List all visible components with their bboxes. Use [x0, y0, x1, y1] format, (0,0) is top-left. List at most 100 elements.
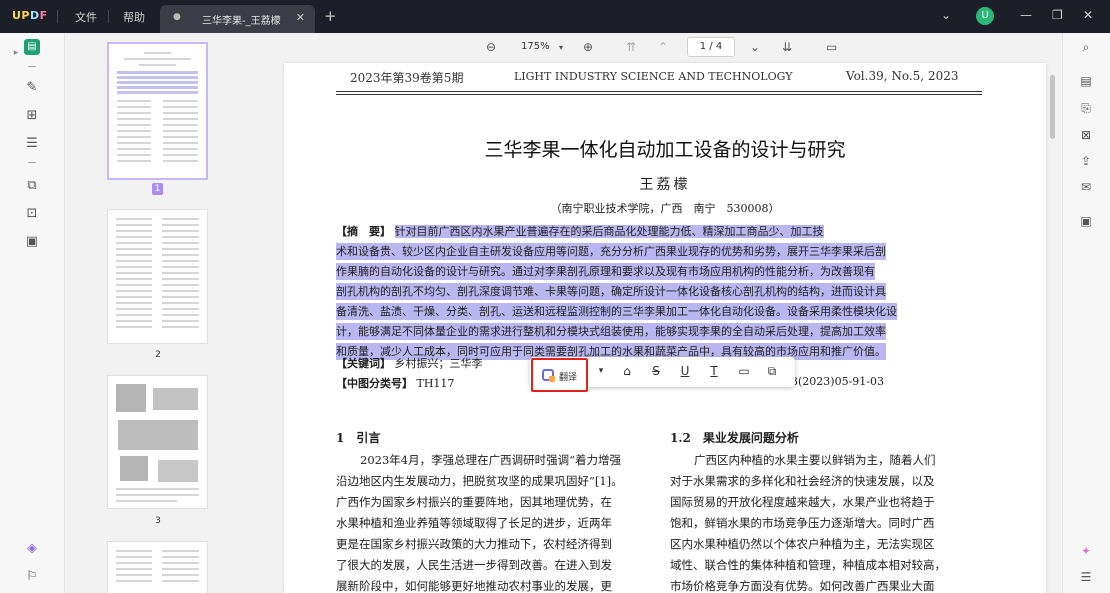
- zoom-in-icon[interactable]: ⊕: [583, 40, 593, 54]
- organize-pages-icon[interactable]: ⧉: [24, 178, 40, 194]
- dropdown-arrow-icon[interactable]: ▾: [593, 366, 609, 376]
- strikethrough-icon[interactable]: S: [648, 364, 664, 378]
- body-line: 2023年4月，李强总理在广西调研时强调“着力增强: [360, 453, 621, 467]
- convert-icon[interactable]: ⎘: [1078, 100, 1094, 116]
- squiggly-text-icon[interactable]: T: [706, 364, 722, 378]
- abstract-line[interactable]: 术和设备贵、较少区内企业自主研发设备应用等问题，充分分析广西果业现存的优势和劣势…: [336, 243, 886, 260]
- email-icon[interactable]: ✉: [1078, 179, 1094, 195]
- avatar[interactable]: U: [976, 7, 994, 25]
- header-rule: [336, 94, 982, 95]
- abstract-line[interactable]: 作果腩的自动化设备的设计与研究。通过对李果剖孔原理和要求以及现有市场应用机构的性…: [336, 263, 875, 280]
- save-icon[interactable]: ▣: [1078, 213, 1094, 229]
- classification-line: 【中图分类号】 TH117: [336, 375, 454, 391]
- abstract-label: 【摘 要】: [336, 225, 391, 238]
- comment-icon[interactable]: ✎: [24, 80, 40, 96]
- highlight-icon[interactable]: ⌂: [619, 364, 635, 378]
- zoom-dropdown-icon[interactable]: ▾: [559, 43, 563, 52]
- updf-logo: UPDF: [12, 9, 48, 22]
- new-tab-icon[interactable]: +: [324, 7, 337, 25]
- next-page-icon[interactable]: ⌄: [750, 40, 760, 54]
- document-tab[interactable]: ● 三华李果-_王荔檬 ✕: [160, 5, 315, 33]
- selection-toolbar: 翻译 ▾ ⌂ S U T ▭ ⧉: [530, 357, 795, 392]
- edit-pdf-icon[interactable]: ⊞: [24, 108, 40, 124]
- abstract-line[interactable]: 【摘 要】 针对目前广西区内水果产业普遍存在的采后商品化处理能力低、精深加工商品…: [336, 223, 824, 240]
- comment-note-icon[interactable]: ▭: [736, 364, 752, 378]
- thumbnail-page-3[interactable]: [107, 375, 208, 509]
- crop-icon[interactable]: ⊡: [24, 206, 40, 222]
- search-icon[interactable]: ⌕: [1078, 39, 1094, 55]
- toolbar-divider: [28, 162, 36, 163]
- body-line: 水果种植和渔业养殖等领域取得了长足的进步，近两年: [336, 516, 612, 530]
- body-line: 沿边地区内生发展动力，把脱贫攻坚的成果巩固好”[1]。: [336, 474, 623, 488]
- body-line: 广西区内种植的水果主要以鲜销为主，随着人们: [694, 453, 936, 467]
- ocr-icon[interactable]: ▣: [24, 234, 40, 250]
- journal-volume: Vol.39, No.5, 2023: [846, 69, 959, 83]
- last-page-icon[interactable]: ⇊: [782, 40, 792, 54]
- thumbnail-page-number: 1: [152, 183, 163, 195]
- first-page-icon[interactable]: ⇈: [626, 40, 636, 54]
- abstract-text[interactable]: 针对目前广西区内水果产业普遍存在的采后商品化处理能力低、精深加工商品少、加工技: [394, 225, 824, 238]
- body-line: 域性、联合性的集体种植和管理，种植成本相对较高，: [670, 558, 946, 572]
- body-line: 对于水果需求的多样化和社会经济的快速发展，以及: [670, 474, 935, 488]
- section-1-title: 1 引言: [336, 431, 381, 445]
- title-bar: UPDF 文件 帮助 ● 三华李果-_王荔檬 ✕ + ⌄ U — ❐ ✕: [0, 0, 1110, 33]
- thumbnail-page-2[interactable]: [107, 209, 208, 344]
- article-id: 3(2023)05-91-03: [791, 375, 885, 388]
- article-title: 三华李果一体化自动加工设备的设计与研究: [484, 139, 846, 161]
- copy-icon[interactable]: ⧉: [764, 364, 780, 379]
- tab-close-icon[interactable]: ✕: [296, 11, 305, 24]
- ai-assistant-icon[interactable]: ✦: [1078, 543, 1094, 559]
- thumbnail-page-1[interactable]: [107, 42, 208, 180]
- close-window-icon[interactable]: ✕: [1083, 8, 1093, 22]
- ocr-scan-icon[interactable]: ▤: [1078, 73, 1094, 89]
- abstract-line[interactable]: 计，能够满足不同体量企业的需求进行整机和分模块式组装使用，能够实现李果的全自动采…: [336, 323, 886, 340]
- presentation-icon[interactable]: ▭: [826, 40, 837, 54]
- translate-icon: [542, 369, 555, 382]
- protect-icon[interactable]: ⊠: [1078, 127, 1094, 143]
- title-separator: [108, 10, 109, 23]
- journal-issue: 2023年第39卷第5期: [350, 71, 464, 85]
- chevron-down-icon[interactable]: ⌄: [941, 8, 951, 22]
- translate-button[interactable]: 翻译: [531, 358, 588, 392]
- form-icon[interactable]: ☰: [24, 136, 40, 152]
- thumbnail-page-4[interactable]: [107, 541, 208, 593]
- vertical-scrollbar[interactable]: [1050, 75, 1055, 139]
- previous-page-icon[interactable]: ⌃: [658, 40, 668, 54]
- zoom-level[interactable]: 175%: [521, 41, 550, 52]
- menu-help[interactable]: 帮助: [123, 9, 145, 25]
- classification-value: TH117: [416, 377, 455, 390]
- left-toolbar: ▸ ▤ ✎ ⊞ ☰ ⧉ ⊡ ▣ ◈ ⚐: [0, 33, 65, 593]
- body-line: 更是在国家乡村振兴政策的大力推动下，农村经济得到: [336, 537, 612, 551]
- minimize-icon[interactable]: —: [1020, 8, 1032, 22]
- toolbar-divider: [28, 66, 36, 67]
- header-rule: [336, 91, 982, 92]
- feedback-icon[interactable]: ☰: [1078, 569, 1094, 585]
- menu-file[interactable]: 文件: [75, 9, 97, 25]
- abstract-line[interactable]: 剖孔机构的剖孔不均匀、剖孔深度调节难、卡果等问题，确定所设计一体化设备核心剖孔机…: [336, 283, 886, 300]
- keywords-text: 乡村振兴；三华李: [394, 357, 483, 370]
- reader-mode-icon[interactable]: ▤: [24, 39, 40, 55]
- body-line: 区内水果种植仍然以个体农户种植为主，无法实现区: [670, 537, 935, 551]
- keywords-line: 【关键词】 乡村振兴；三华李: [336, 355, 483, 371]
- body-line: 广西作为国家乡村振兴的重要阵地，因其地理优势，在: [336, 495, 612, 509]
- restore-icon[interactable]: ❐: [1052, 8, 1063, 22]
- author-affiliation: （南宁职业技术学院，广西 南宁 530008）: [550, 202, 780, 215]
- tab-title: 三华李果-_王荔檬: [202, 16, 281, 27]
- thumbnail-page-number: 2: [155, 350, 161, 360]
- thumbnail-panel: 1 2 3: [66, 33, 249, 593]
- share-icon[interactable]: ⇪: [1078, 153, 1094, 169]
- underline-icon[interactable]: U: [677, 364, 693, 378]
- document-page: 2023年第39卷第5期 LIGHT INDUSTRY SCIENCE AND …: [284, 63, 1046, 593]
- layers-icon[interactable]: ◈: [24, 541, 40, 557]
- viewer-toolbar: ⊖ 175% ▾ ⊕ ⇈ ⌃ 1 / 4 ⌄ ⇊ ▭: [250, 33, 1060, 63]
- zoom-out-icon[interactable]: ⊖: [486, 40, 496, 54]
- article-author: 王荔檬: [639, 177, 691, 193]
- right-toolbar: ⌕ ▤ ⎘ ⊠ ⇪ ✉ ▣ ✦ ☰: [1062, 33, 1110, 593]
- body-line: 市场价格竞争方面没有优势。如何改善广西果业大面: [670, 579, 935, 593]
- classification-label: 【中图分类号】: [336, 377, 413, 390]
- panel-arrow-icon[interactable]: ▸: [8, 45, 24, 61]
- abstract-line[interactable]: 备清洗、盐渍、干燥、分类、剖孔、运送和远程监测控制的三华李果加工一体化自动化设备…: [336, 303, 897, 320]
- translate-label: 翻译: [559, 373, 578, 383]
- bookmark-icon[interactable]: ⚐: [24, 569, 40, 585]
- page-number-input[interactable]: 1 / 4: [687, 37, 735, 57]
